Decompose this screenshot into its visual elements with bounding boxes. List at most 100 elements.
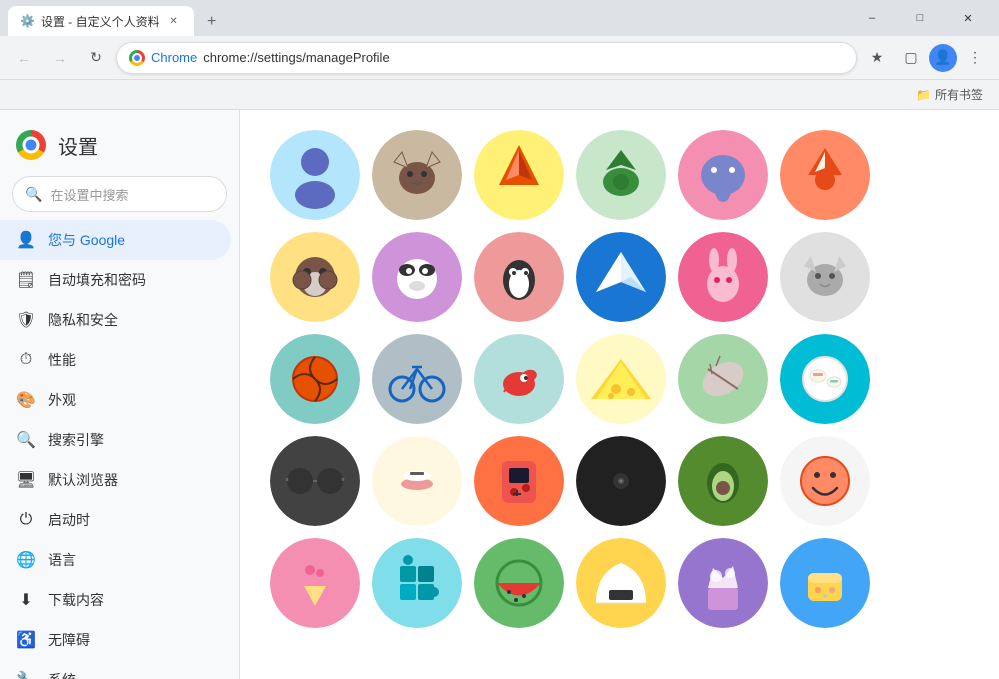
avatar-bird-avatar[interactable] — [474, 334, 564, 424]
sidebar-item-system[interactable]: 🔧 系统 — [0, 660, 231, 679]
menu-button[interactable]: ⋮ — [959, 42, 991, 74]
sidebar-icon-privacy: 🛡 — [16, 310, 36, 330]
sidebar-label-google: 您与 Google — [48, 230, 125, 250]
back-button[interactable]: ← — [8, 42, 40, 74]
sidebar-icon-language: 🌐 — [16, 550, 36, 570]
sidebar-item-performance[interactable]: ⏱ 性能 — [0, 340, 231, 380]
avatar-elephant-avatar[interactable] — [678, 130, 768, 220]
sidebar-item-google[interactable]: 👤 您与 Google — [0, 220, 231, 260]
chrome-logo-big-icon — [16, 130, 46, 160]
avatar-origami-bird-avatar[interactable] — [576, 232, 666, 322]
sidebar-label-browser: 默认浏览器 — [48, 470, 118, 490]
sidebar-label-accessibility: 无障碍 — [48, 630, 90, 650]
avatar-cat2-avatar[interactable] — [780, 232, 870, 322]
bookmark-button[interactable]: ★ — [861, 42, 893, 74]
sidebar-icon-performance: ⏱ — [16, 350, 36, 370]
all-bookmarks-label: 所有书签 — [935, 86, 983, 103]
window-controls: – □ ✕ — [849, 0, 991, 36]
sidebar-item-privacy[interactable]: 🛡 隐私和安全 — [0, 300, 231, 340]
sidebar-item-search[interactable]: 🔍 搜索引擎 — [0, 420, 231, 460]
split-screen-button[interactable]: ▢ — [895, 42, 927, 74]
tab-label: 设置 - 自定义个人资料 — [41, 13, 160, 30]
avatar-football-avatar[interactable] — [678, 334, 768, 424]
tab-settings-icon: ⚙️ — [20, 14, 35, 28]
sidebar-header: 设置 — [0, 118, 239, 176]
address-url: chrome://settings/manageProfile — [203, 50, 389, 65]
avatar-watermelon-avatar[interactable] — [474, 538, 564, 628]
avatar-basketball-avatar[interactable] — [270, 334, 360, 424]
settings-search-box[interactable]: 🔍 在设置中搜索 — [12, 176, 227, 212]
sidebar-label-performance: 性能 — [48, 350, 76, 370]
avatar-cat-avatar[interactable] — [372, 130, 462, 220]
close-button[interactable]: ✕ — [945, 0, 991, 36]
profile-button[interactable]: 👤 — [929, 44, 957, 72]
title-bar: ⚙️ 设置 - 自定义个人资料 ✕ + – □ ✕ — [0, 0, 999, 36]
avatar-sushi-plate-avatar[interactable] — [780, 334, 870, 424]
sidebar-item-accessibility[interactable]: ♿ 无障碍 — [0, 620, 231, 660]
avatar-smiley-avatar[interactable] — [780, 436, 870, 526]
sidebar-icon-downloads: ⬇ — [16, 590, 36, 610]
sidebar-label-privacy: 隐私和安全 — [48, 310, 118, 330]
tab-strip: ⚙️ 设置 - 自定义个人资料 ✕ + — [8, 0, 841, 36]
sidebar-icon-browser: 🖥 — [16, 470, 36, 490]
sidebar-label-appearance: 外观 — [48, 390, 76, 410]
address-bar[interactable]: Chrome chrome://settings/manageProfile — [116, 42, 857, 74]
sidebar-item-appearance[interactable]: 🎨 外观 — [0, 380, 231, 420]
avatar-sunglasses-avatar[interactable] — [270, 436, 360, 526]
sidebar-item-startup[interactable]: ⏻ 启动时 — [0, 500, 231, 540]
sidebar-label-system: 系统 — [48, 670, 76, 679]
content-inner — [240, 110, 999, 648]
avatar-cheese-avatar[interactable] — [576, 334, 666, 424]
avatar-fox-avatar[interactable] — [780, 130, 870, 220]
sidebar-icon-system: 🔧 — [16, 670, 36, 679]
new-tab-button[interactable]: + — [198, 8, 226, 36]
sidebar-icon-autofill: 🗒 — [16, 270, 36, 290]
bookmarks-bar: 📁 所有书签 — [0, 80, 999, 110]
sidebar-label-downloads: 下载内容 — [48, 590, 104, 610]
chrome-logo-icon — [129, 50, 145, 66]
avatar-origami-turtle-avatar[interactable] — [576, 130, 666, 220]
nav-bar: ← → ↻ Chrome chrome://settings/managePro… — [0, 36, 999, 80]
avatar-icecream-avatar[interactable] — [270, 538, 360, 628]
avatar-toast-avatar[interactable] — [780, 538, 870, 628]
sidebar-label-search: 搜索引擎 — [48, 430, 104, 450]
avatar-penguin-avatar[interactable] — [474, 232, 564, 322]
sidebar-icon-search: 🔍 — [16, 430, 36, 450]
forward-button[interactable]: → — [44, 42, 76, 74]
avatar-panda-avatar[interactable] — [372, 232, 462, 322]
active-tab[interactable]: ⚙️ 设置 - 自定义个人资料 ✕ — [8, 6, 194, 36]
refresh-button[interactable]: ↻ — [80, 42, 112, 74]
avatar-bicycle-avatar[interactable] — [372, 334, 462, 424]
main-layout: 设置 🔍 在设置中搜索 👤 您与 Google 🗒 自动填充和密码 🛡 隐私和安… — [0, 110, 999, 679]
sidebar-label-autofill: 自动填充和密码 — [48, 270, 146, 290]
avatar-person-avatar[interactable] — [270, 130, 360, 220]
address-label: Chrome — [151, 50, 197, 65]
folder-icon: 📁 — [916, 88, 931, 102]
sidebar-icon-google: 👤 — [16, 230, 36, 250]
search-placeholder: 在设置中搜索 — [50, 185, 128, 204]
avatar-rabbit-avatar[interactable] — [678, 232, 768, 322]
avatar-popcorn-avatar[interactable] — [678, 538, 768, 628]
sidebar-item-autofill[interactable]: 🗒 自动填充和密码 — [0, 260, 231, 300]
content-area — [240, 110, 999, 679]
avatar-origami-fox-avatar[interactable] — [474, 130, 564, 220]
avatar-avocado-avatar[interactable] — [678, 436, 768, 526]
sidebar-icon-accessibility: ♿ — [16, 630, 36, 650]
all-bookmarks-link[interactable]: 📁 所有书签 — [908, 82, 991, 107]
avatar-gameboy-avatar[interactable] — [474, 436, 564, 526]
sidebar-label-startup: 启动时 — [48, 510, 90, 530]
tab-close-button[interactable]: ✕ — [166, 13, 182, 29]
minimize-button[interactable]: – — [849, 0, 895, 36]
avatar-vinyl-avatar[interactable] — [576, 436, 666, 526]
avatar-puzzle-avatar[interactable] — [372, 538, 462, 628]
search-icon: 🔍 — [25, 186, 42, 203]
sidebar-icon-startup: ⏻ — [16, 510, 36, 530]
sidebar-label-language: 语言 — [48, 550, 76, 570]
avatar-onigiri-avatar[interactable] — [576, 538, 666, 628]
avatar-sushi-avatar[interactable] — [372, 436, 462, 526]
avatar-monkey-avatar[interactable] — [270, 232, 360, 322]
maximize-button[interactable]: □ — [897, 0, 943, 36]
sidebar-item-downloads[interactable]: ⬇ 下载内容 — [0, 580, 231, 620]
sidebar-item-language[interactable]: 🌐 语言 — [0, 540, 231, 580]
sidebar-item-browser[interactable]: 🖥 默认浏览器 — [0, 460, 231, 500]
